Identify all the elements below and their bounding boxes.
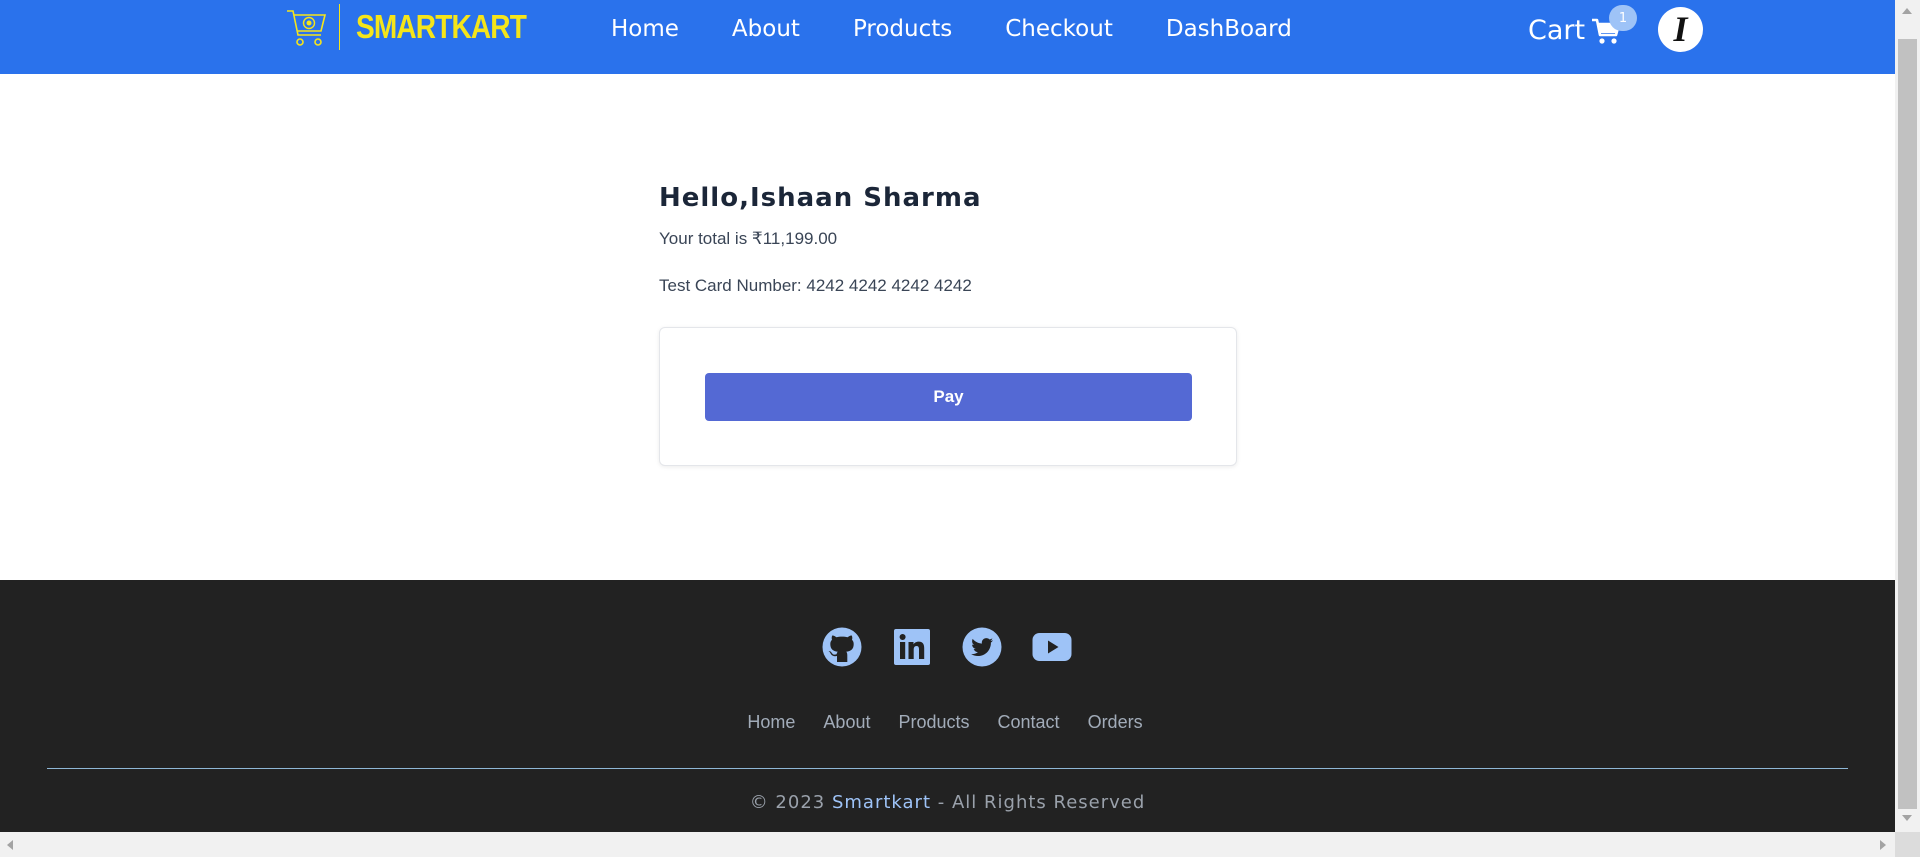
navbar: SMARTKART Home About Products Checkout D…	[0, 0, 1895, 74]
logo-text: SMARTKART	[356, 8, 527, 45]
nav-checkout[interactable]: Checkout	[1005, 12, 1113, 46]
nav-home[interactable]: Home	[611, 12, 679, 46]
logo-cart-icon	[287, 10, 327, 46]
scroll-down-arrow-icon[interactable]	[1902, 815, 1912, 821]
logo-divider	[339, 4, 340, 50]
order-total: Your total is ₹11,199.00	[659, 229, 838, 248]
scrollbar-corner	[1895, 832, 1920, 857]
nav-about[interactable]: About	[732, 12, 800, 46]
copyright-suffix: - All Rights Reserved	[937, 792, 1146, 813]
logo[interactable]: SMARTKART	[285, 4, 556, 50]
checkout-summary: Hello,Ishaan Sharma Your total is ₹11,19…	[659, 183, 1239, 296]
footer-link-home[interactable]: Home	[747, 712, 795, 733]
scroll-right-arrow-icon[interactable]	[1880, 840, 1886, 850]
footer-link-about[interactable]: About	[823, 712, 870, 733]
cart-count-badge: 1	[1609, 5, 1637, 31]
footer-link-orders[interactable]: Orders	[1088, 712, 1143, 733]
avatar[interactable]: I	[1658, 7, 1703, 52]
copyright-brand[interactable]: Smartkart	[832, 792, 931, 813]
social-links	[822, 627, 1072, 667]
horizontal-scrollbar[interactable]	[0, 832, 1895, 857]
footer-links: Home About Products Contact Orders	[0, 712, 1895, 733]
cart-button[interactable]: Cart 1	[1528, 5, 1637, 50]
footer-link-products[interactable]: Products	[898, 712, 969, 733]
footer-divider	[47, 768, 1848, 769]
footer-link-contact[interactable]: Contact	[998, 712, 1060, 733]
cart-label: Cart	[1528, 15, 1586, 46]
scroll-left-arrow-icon[interactable]	[7, 840, 13, 850]
greeting-heading: Hello,Ishaan Sharma	[659, 183, 982, 213]
nav-links: Home About Products Checkout DashBoard	[611, 12, 1292, 46]
copyright-prefix: © 2023	[749, 792, 826, 813]
pay-button[interactable]: Pay	[705, 373, 1192, 421]
nav-products[interactable]: Products	[853, 12, 952, 46]
twitter-icon[interactable]	[962, 627, 1002, 667]
github-icon[interactable]	[822, 627, 862, 667]
footer: Home About Products Contact Orders © 202…	[0, 580, 1895, 832]
youtube-icon[interactable]	[1032, 627, 1072, 667]
copyright: © 2023 Smartkart - All Rights Reserved	[0, 792, 1895, 813]
payment-card: Pay	[659, 327, 1237, 466]
avatar-initial: I	[1673, 9, 1688, 49]
scroll-up-arrow-icon[interactable]	[1902, 8, 1912, 14]
nav-dashboard[interactable]: DashBoard	[1166, 12, 1292, 46]
page: SMARTKART Home About Products Checkout D…	[0, 0, 1895, 832]
test-card-number: Test Card Number: 4242 4242 4242 4242	[659, 276, 972, 295]
linkedin-icon[interactable]	[892, 627, 932, 667]
vertical-scroll-thumb[interactable]	[1898, 39, 1917, 809]
